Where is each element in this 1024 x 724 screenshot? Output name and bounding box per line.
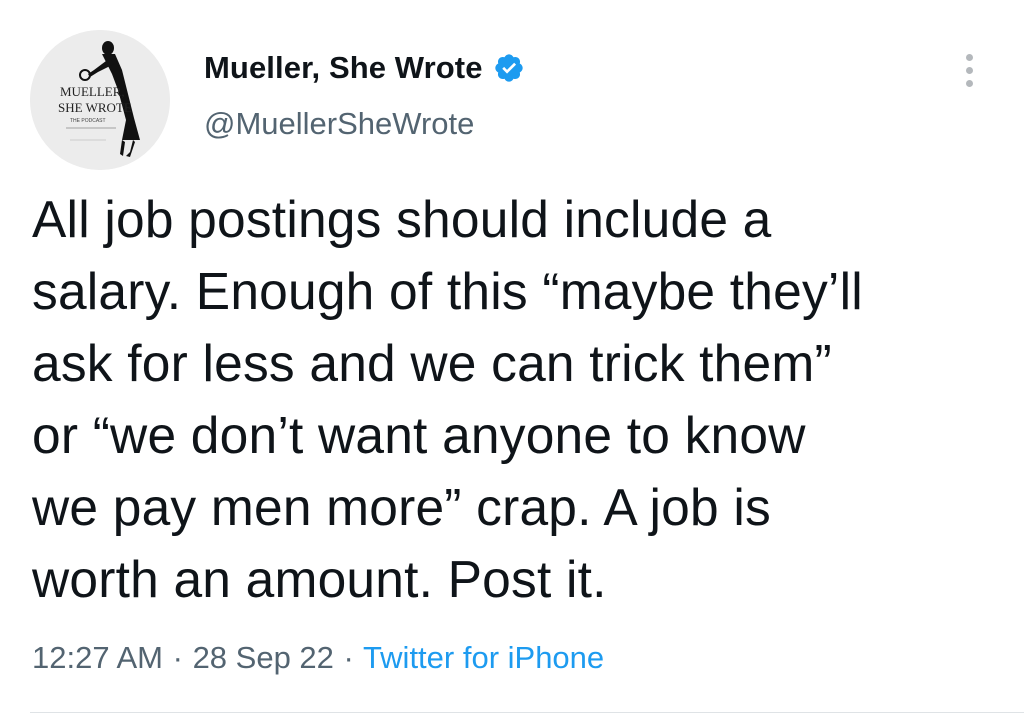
separator: ·: [343, 640, 354, 675]
more-dot: [966, 80, 973, 87]
avatar-line-2: SHE WROTE: [58, 100, 132, 115]
tweet-date[interactable]: 28 Sep 22: [193, 640, 334, 675]
verified-badge-icon: [494, 54, 523, 82]
avatar-image: MUELLER, SHE WROTE THE PODCAST: [30, 30, 170, 170]
tweet-line: All job postings should include a: [32, 190, 772, 248]
author-name-row: Mueller, She Wrote: [204, 50, 525, 86]
tweet-line: salary. Enough of this “maybe they’ll: [32, 262, 863, 320]
more-dot: [966, 54, 973, 61]
tweet-line: or “we don’t want anyone to know: [32, 406, 806, 464]
avatar[interactable]: MUELLER, SHE WROTE THE PODCAST: [30, 30, 170, 170]
tweet-card: MUELLER, SHE WROTE THE PODCAST Mueller, …: [0, 0, 1024, 724]
avatar-line-1: MUELLER,: [60, 84, 125, 99]
tweet-line: ask for less and we can trick them”: [32, 334, 832, 392]
tweet-line: we pay men more” crap. A job is: [32, 478, 771, 536]
tweet-line: worth an amount. Post it.: [32, 550, 607, 608]
tweet-text: All job postings should include a salary…: [32, 183, 992, 615]
more-dot: [966, 67, 973, 74]
separator: ·: [172, 640, 183, 675]
more-options-icon[interactable]: [956, 52, 984, 92]
tweet-metadata: 12:27 AM · 28 Sep 22 · Twitter for iPhon…: [32, 640, 604, 676]
author-handle[interactable]: @MuellerSheWrote: [204, 106, 474, 142]
tweet-time[interactable]: 12:27 AM: [32, 640, 163, 675]
divider: [30, 712, 1024, 713]
tweet-source-link[interactable]: Twitter for iPhone: [363, 640, 604, 675]
avatar-line-3: THE PODCAST: [70, 118, 106, 124]
display-name[interactable]: Mueller, She Wrote: [204, 50, 483, 86]
